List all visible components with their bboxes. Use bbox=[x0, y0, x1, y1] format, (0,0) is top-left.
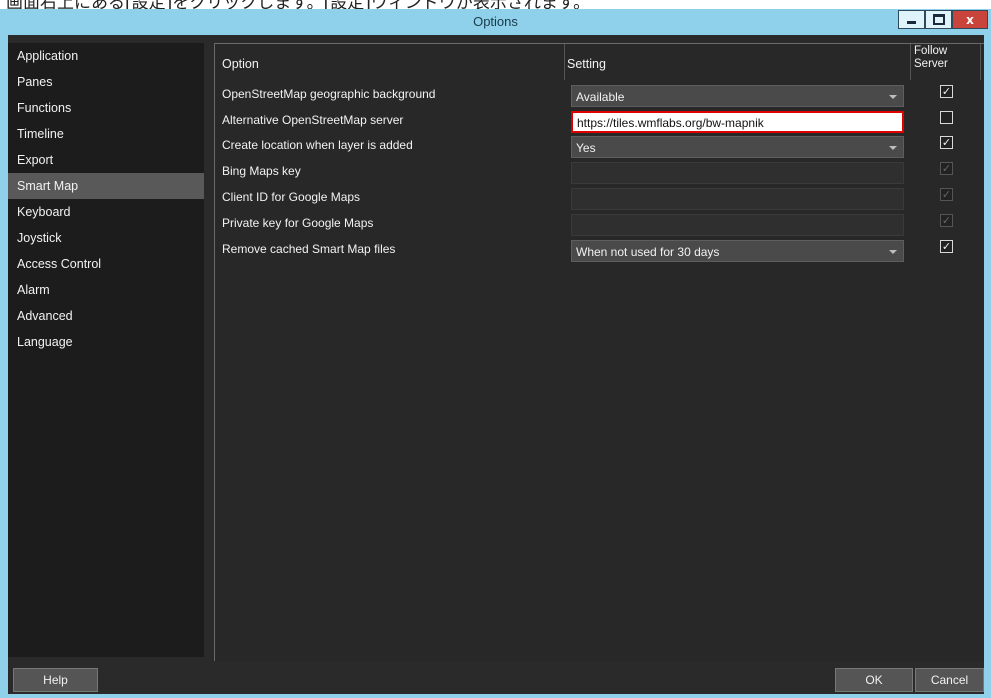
checkmark-icon: ✓ bbox=[941, 188, 952, 201]
row-label: Client ID for Google Maps bbox=[222, 190, 361, 204]
checkmark-icon: ✓ bbox=[941, 214, 952, 227]
row-label: OpenStreetMap geographic background bbox=[222, 87, 436, 101]
checkmark-icon: ✓ bbox=[941, 136, 952, 149]
minimize-button[interactable] bbox=[898, 10, 925, 29]
create-location-dropdown[interactable]: Yes bbox=[571, 136, 904, 158]
google-client-id-input[interactable] bbox=[571, 188, 904, 210]
setting-row: OpenStreetMap geographic background Avai… bbox=[215, 83, 985, 108]
checkmark-icon: ✓ bbox=[941, 85, 952, 98]
chevron-down-icon bbox=[889, 250, 897, 254]
dropdown-value: When not used for 30 days bbox=[576, 245, 720, 259]
row-label: Private key for Google Maps bbox=[222, 216, 374, 230]
follow-server-checkbox: ✓ bbox=[940, 188, 953, 201]
chevron-down-icon bbox=[889, 146, 897, 150]
row-label: Bing Maps key bbox=[222, 164, 301, 178]
sidebar-item-access-control[interactable]: Access Control bbox=[8, 251, 204, 277]
setting-row: Remove cached Smart Map files When not u… bbox=[215, 238, 985, 263]
close-button[interactable]: x bbox=[952, 10, 988, 29]
sidebar-item-language[interactable]: Language bbox=[8, 329, 204, 355]
sidebar-item-joystick[interactable]: Joystick bbox=[8, 225, 204, 251]
follow-header-line1: Follow bbox=[914, 45, 948, 57]
row-label: Alternative OpenStreetMap server bbox=[222, 113, 404, 127]
sidebar-item-export[interactable]: Export bbox=[8, 147, 204, 173]
chevron-down-icon bbox=[889, 95, 897, 99]
setting-row: Private key for Google Maps ✓ bbox=[215, 212, 985, 237]
caption-strip: 画面右上にある[設定]をクリックします。[設定]ウィンドウが表示されます。 bbox=[0, 0, 991, 9]
sidebar-item-smart-map[interactable]: Smart Map bbox=[8, 173, 204, 199]
sidebar-item-functions[interactable]: Functions bbox=[8, 95, 204, 121]
row-label: Remove cached Smart Map files bbox=[222, 242, 396, 256]
input-value: https://tiles.wmflabs.org/bw-mapnik bbox=[577, 116, 764, 130]
caption-text: 画面右上にある[設定]をクリックします。[設定]ウィンドウが表示されます。 bbox=[6, 0, 590, 9]
sidebar-item-alarm[interactable]: Alarm bbox=[8, 277, 204, 303]
google-private-key-input[interactable] bbox=[571, 214, 904, 236]
follow-server-checkbox: ✓ bbox=[940, 162, 953, 175]
remove-cached-files-dropdown[interactable]: When not used for 30 days bbox=[571, 240, 904, 262]
checkmark-icon: ✓ bbox=[941, 162, 952, 175]
ok-button[interactable]: OK bbox=[835, 668, 913, 692]
settings-sidebar: Application Panes Functions Timeline Exp… bbox=[8, 43, 204, 657]
maximize-icon bbox=[932, 14, 945, 25]
grid-header: Option Setting Follow Server bbox=[215, 44, 985, 80]
sidebar-item-application[interactable]: Application bbox=[8, 43, 204, 69]
sidebar-item-timeline[interactable]: Timeline bbox=[8, 121, 204, 147]
sidebar-item-advanced[interactable]: Advanced bbox=[8, 303, 204, 329]
close-icon: x bbox=[966, 12, 974, 27]
row-label: Create location when layer is added bbox=[222, 138, 413, 152]
bing-maps-key-input[interactable] bbox=[571, 162, 904, 184]
sidebar-item-keyboard[interactable]: Keyboard bbox=[8, 199, 204, 225]
column-header-follow-server: Follow Server bbox=[914, 45, 948, 81]
dropdown-value: Available bbox=[576, 90, 625, 104]
checkmark-icon: ✓ bbox=[941, 240, 952, 253]
cancel-button[interactable]: Cancel bbox=[915, 668, 984, 692]
window-title: Options bbox=[473, 14, 518, 29]
setting-row: Alternative OpenStreetMap server https:/… bbox=[215, 109, 985, 134]
column-divider bbox=[910, 44, 911, 80]
osm-background-dropdown[interactable]: Available bbox=[571, 85, 904, 107]
column-divider bbox=[564, 44, 565, 80]
follow-header-line2: Server bbox=[914, 58, 948, 70]
follow-server-checkbox[interactable]: ✓ bbox=[940, 136, 953, 149]
help-button[interactable]: Help bbox=[13, 668, 98, 692]
alternative-osm-server-input[interactable]: https://tiles.wmflabs.org/bw-mapnik bbox=[571, 111, 904, 133]
maximize-button[interactable] bbox=[925, 10, 952, 29]
follow-server-checkbox: ✓ bbox=[940, 214, 953, 227]
follow-server-checkbox[interactable]: ✓ bbox=[940, 240, 953, 253]
column-divider bbox=[980, 44, 981, 80]
settings-grid: Option Setting Follow Server OpenStreetM… bbox=[214, 43, 984, 661]
minimize-icon bbox=[907, 21, 916, 24]
dialog-body: Application Panes Functions Timeline Exp… bbox=[8, 35, 984, 694]
setting-row: Client ID for Google Maps ✓ bbox=[215, 186, 985, 211]
setting-row: Create location when layer is added Yes … bbox=[215, 134, 985, 159]
sidebar-item-panes[interactable]: Panes bbox=[8, 69, 204, 95]
follow-server-checkbox[interactable] bbox=[940, 111, 953, 124]
setting-row: Bing Maps key ✓ bbox=[215, 160, 985, 185]
follow-server-checkbox[interactable]: ✓ bbox=[940, 85, 953, 98]
dropdown-value: Yes bbox=[576, 141, 596, 155]
title-bar: Options x bbox=[0, 9, 991, 35]
options-window: Options x Application Panes Functions Ti… bbox=[0, 9, 991, 698]
